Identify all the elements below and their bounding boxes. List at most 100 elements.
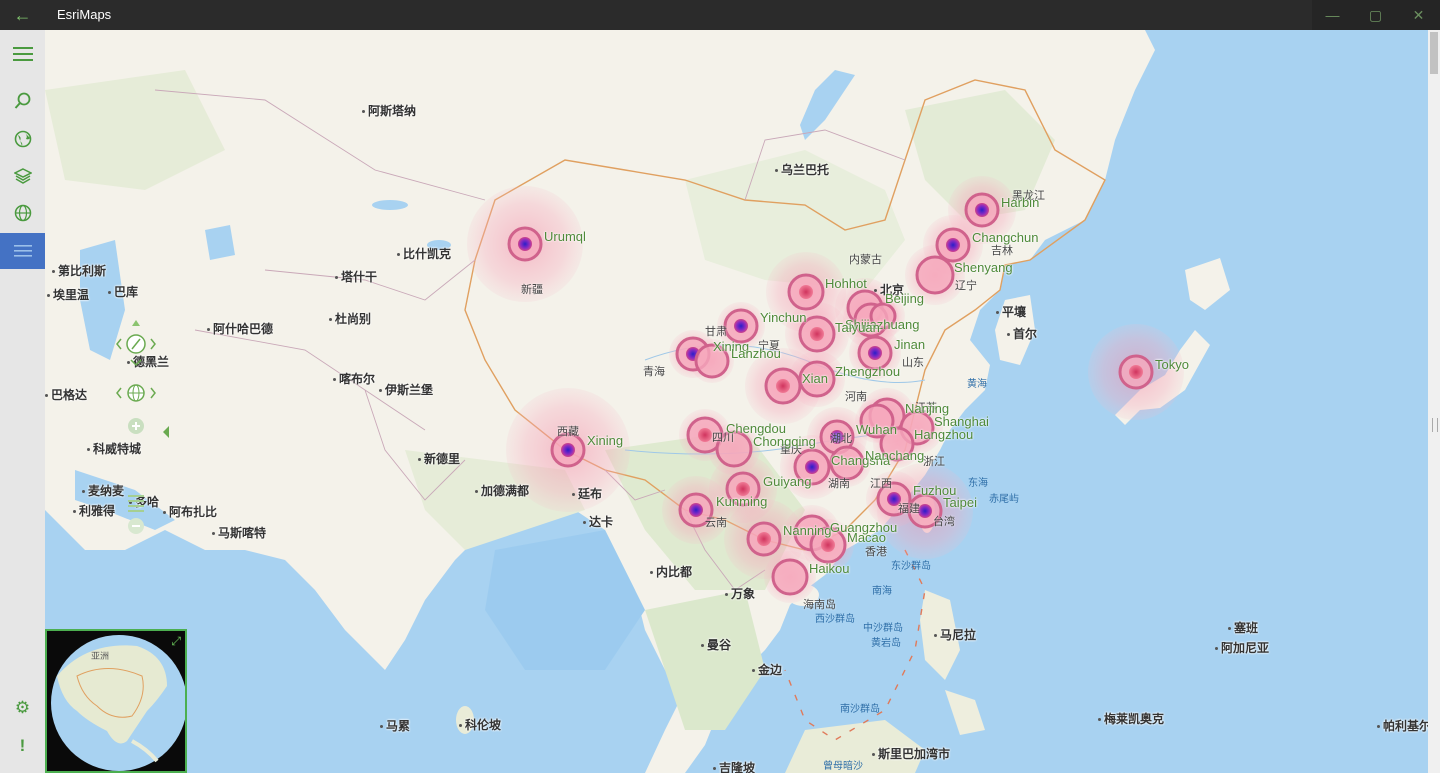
place-label: 马斯喀特 — [212, 524, 266, 541]
rotate-left-icon[interactable] — [116, 387, 122, 399]
scroll-grip[interactable] — [1432, 418, 1438, 432]
region-label: 湖北 — [830, 433, 852, 445]
close-button[interactable]: ✕ — [1397, 0, 1440, 30]
place-label: 塞班 — [1228, 619, 1258, 636]
vertical-scrollbar[interactable] — [1428, 30, 1440, 773]
city-label: Harbin — [1001, 195, 1040, 210]
city-label: Taiyuan — [835, 320, 880, 335]
city-marker-core — [918, 504, 932, 518]
place-label: 内比都 — [650, 563, 692, 580]
sidebar-item-layers[interactable] — [0, 158, 45, 194]
compass-icon[interactable] — [126, 334, 146, 354]
overview-map[interactable]: ⤢ 亚洲 — [45, 629, 187, 773]
city-label: Kunming — [716, 494, 768, 509]
city-label: Taipei — [943, 495, 977, 510]
sea-label: 黄岩岛 — [871, 638, 901, 649]
world-icon — [14, 204, 31, 222]
sea-label: 中沙群岛 — [863, 623, 903, 634]
region-label: 江西 — [870, 478, 892, 490]
collapse-arrow-icon[interactable] — [163, 426, 169, 438]
rotate-right-icon[interactable] — [150, 387, 156, 399]
place-label: 廷布 — [572, 485, 602, 502]
city-marker-core — [757, 532, 771, 546]
back-arrow-icon: ← — [13, 4, 32, 25]
sea-label: 黄海 — [967, 379, 987, 390]
city-label: Urumql — [544, 229, 586, 244]
place-label: 加德满都 — [475, 482, 529, 499]
sidebar-item-menu[interactable] — [0, 36, 45, 72]
sea-label: 赤尾屿 — [989, 494, 1019, 505]
city-marker-core — [698, 428, 712, 442]
pan-arrow-up-icon[interactable] — [132, 320, 140, 326]
zoom-in-icon[interactable] — [128, 418, 144, 434]
region-label: 湖南 — [828, 478, 850, 490]
sea-label: 东沙群岛 — [891, 561, 931, 572]
place-label: 比什凯克 — [397, 245, 451, 262]
city-label: Macao — [847, 530, 887, 545]
pan-arrow-down-icon[interactable] — [130, 359, 142, 367]
window-controls: — ▢ ✕ — [1311, 0, 1440, 30]
place-label: 吉隆坡 — [713, 759, 755, 773]
city-label: Jinan — [894, 337, 926, 352]
pan-arrow-right-icon[interactable] — [150, 338, 156, 350]
region-label: 山东 — [902, 357, 924, 369]
sidebar-item-feedback[interactable]: ! — [0, 728, 45, 764]
region-label: 西藏 — [557, 426, 579, 438]
sidebar-item-world[interactable] — [0, 195, 45, 231]
sea-label: 西沙群岛 — [815, 614, 855, 625]
city-marker-core — [975, 203, 989, 217]
place-label: 首尔 — [1007, 325, 1037, 342]
city-label: Changchun — [972, 230, 1039, 245]
expand-icon[interactable]: ⤢ — [171, 634, 181, 649]
place-label: 巴库 — [108, 283, 138, 300]
region-label: 香港 — [865, 546, 887, 558]
back-button[interactable]: ← — [0, 0, 45, 30]
sidebar-item-settings[interactable]: ⚙ — [0, 690, 45, 726]
city-label: Shenyang — [954, 260, 1013, 275]
minimize-button[interactable]: — — [1311, 0, 1354, 30]
hamburger-icon — [12, 47, 33, 61]
exclamation-icon: ! — [19, 736, 26, 755]
place-label: 巴格达 — [45, 386, 87, 403]
city-label: Xian — [802, 371, 829, 386]
app-title: EsriMaps — [57, 7, 112, 22]
place-label: 达卡 — [583, 513, 613, 530]
list-icon — [13, 245, 32, 257]
city-label: Nanning — [783, 523, 832, 538]
city-marker-core — [946, 238, 960, 252]
sea-label: 南沙群岛 — [840, 704, 880, 715]
city-label: Chongqing — [753, 434, 816, 449]
city-label: Yinchun — [760, 310, 807, 325]
city-label: Haikou — [809, 561, 850, 576]
sidebar-item-heatmap[interactable] — [0, 233, 45, 269]
navigation-controls — [113, 320, 173, 540]
place-label: 杜尚别 — [329, 310, 371, 327]
city-marker-core — [805, 460, 819, 474]
sidebar-item-search[interactable] — [0, 83, 45, 119]
city-marker-core — [776, 379, 790, 393]
city-marker[interactable] — [915, 255, 955, 295]
maximize-button[interactable]: ▢ — [1354, 0, 1397, 30]
city-marker-core — [810, 327, 824, 341]
pan-arrow-left-icon[interactable] — [116, 338, 122, 350]
sidebar-item-basemap[interactable] — [0, 121, 45, 157]
region-label: 辽宁 — [955, 280, 977, 292]
zoom-slider[interactable] — [128, 495, 144, 512]
map-view[interactable]: 阿斯塔纳 乌兰巴托 比什凯克 塔什干 杜尚别 阿什哈巴德 喀布尔 伊斯兰堡 德黑兰 巴库 第比利斯埃… — [45, 30, 1428, 773]
city-label: Tokyo — [1155, 357, 1189, 372]
place-label: 伊斯兰堡 — [379, 381, 433, 398]
place-label: 科伦坡 — [459, 716, 501, 733]
sea-label: 南海 — [872, 586, 892, 597]
place-label: 帕利基尔 — [1377, 717, 1428, 734]
place-label: 曼谷 — [701, 636, 731, 653]
scroll-thumb[interactable] — [1430, 32, 1438, 74]
place-label: 利雅得 — [73, 502, 115, 519]
place-label: 塔什干 — [335, 268, 377, 285]
city-marker[interactable] — [771, 558, 809, 596]
zoom-out-icon[interactable] — [128, 518, 144, 534]
globe-nav-icon[interactable] — [127, 384, 145, 402]
city-label: Hangzhou — [914, 427, 974, 442]
region-label: 青海 — [643, 366, 665, 378]
sea-label: 曾母暗沙 — [823, 761, 863, 772]
place-label: 马尼拉 — [934, 626, 976, 643]
